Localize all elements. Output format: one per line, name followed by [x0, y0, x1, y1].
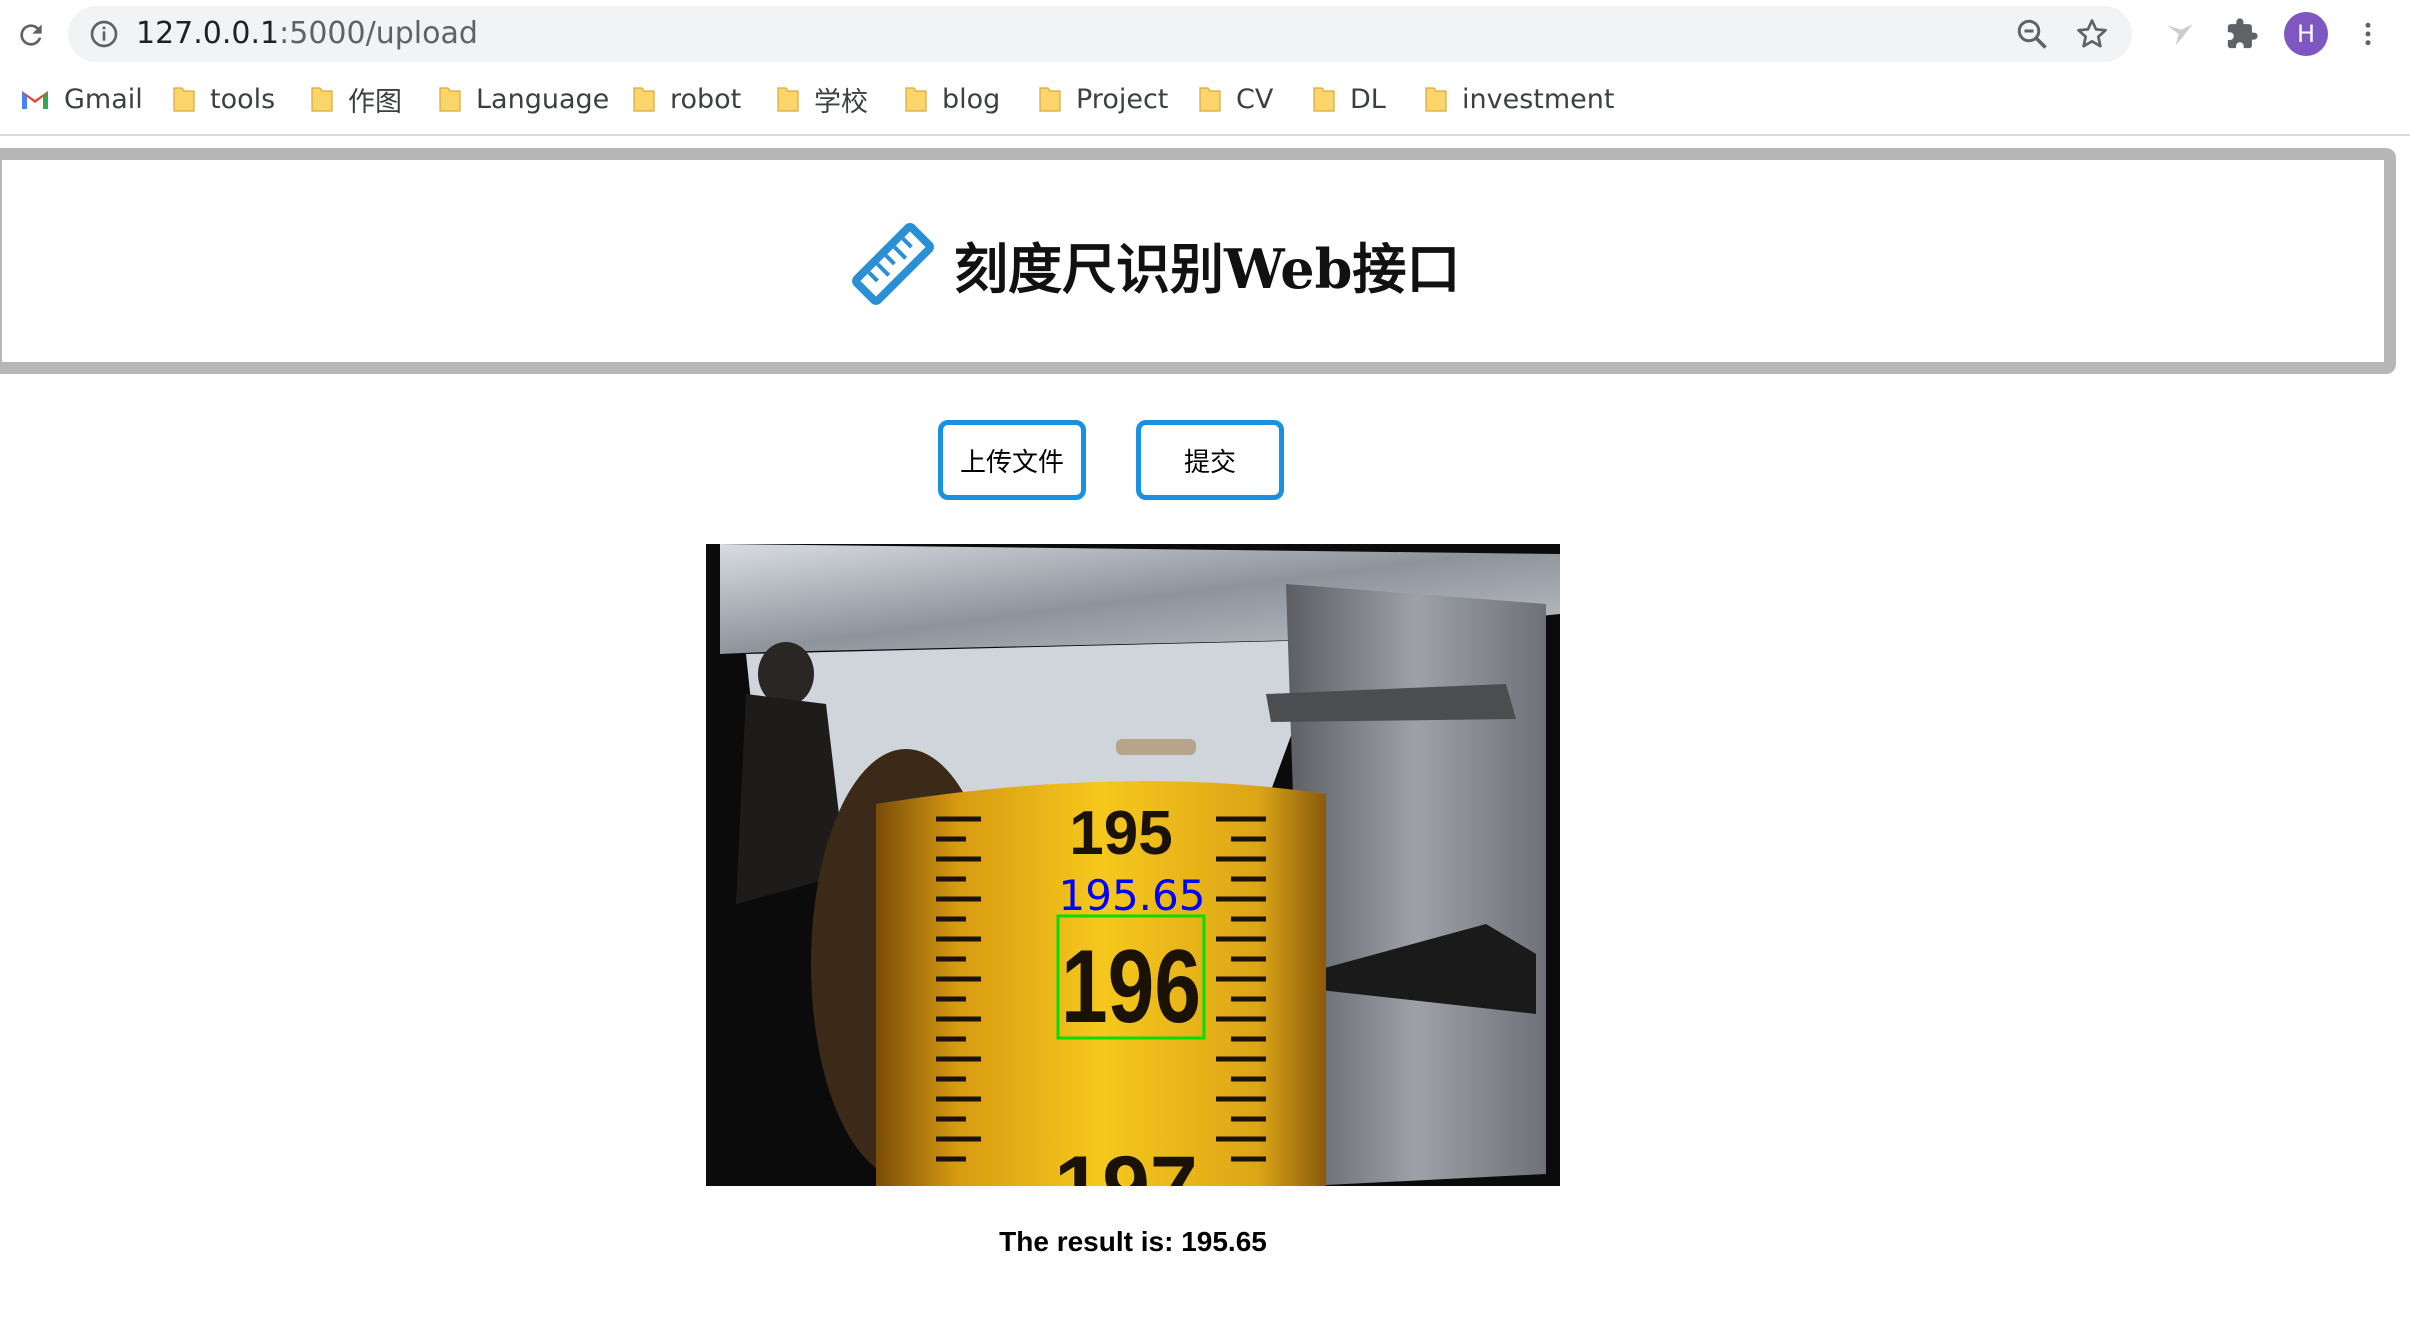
bookmark-folder-project[interactable]: Project — [1038, 76, 1168, 122]
folder-icon — [310, 84, 334, 114]
scale-label-196: 196 — [1061, 929, 1201, 1045]
menu-kebab-icon[interactable] — [2348, 14, 2388, 54]
bookmark-folder-dl[interactable]: DL — [1312, 76, 1386, 122]
bookmark-folder-blog[interactable]: blog — [904, 76, 1000, 122]
reload-icon[interactable] — [10, 14, 52, 56]
bookmark-folder-tools[interactable]: tools — [172, 76, 275, 122]
bookmark-label: tools — [210, 83, 276, 115]
bookmarks-bar: Gmail tools 作图 Language robot 学校 blog Pr… — [0, 76, 2410, 122]
folder-icon — [904, 84, 928, 114]
folder-icon — [776, 84, 800, 114]
bookmark-label: blog — [942, 83, 1001, 115]
detected-value-label: 195.65 — [1059, 871, 1206, 920]
bookmark-folder-cv[interactable]: CV — [1198, 76, 1273, 122]
bookmark-folder-robot[interactable]: robot — [632, 76, 741, 122]
scale-label-197: 197 — [1054, 1139, 1198, 1186]
bookmark-label: DL — [1350, 83, 1386, 115]
zoom-icon[interactable] — [2014, 16, 2050, 52]
folder-icon — [1198, 84, 1222, 114]
url-path: :5000/upload — [279, 16, 478, 51]
bookmark-label: investment — [1462, 83, 1615, 115]
upload-file-button[interactable]: 上传文件 — [938, 420, 1086, 500]
bookmark-gmail[interactable]: Gmail — [20, 76, 143, 122]
page-title: 刻度尺识别Web接口 — [954, 236, 1461, 301]
folder-icon — [1038, 84, 1062, 114]
page-header: 刻度尺识别Web接口 — [850, 216, 1460, 312]
bookmark-folder-school[interactable]: 学校 — [776, 76, 868, 122]
bookmark-folder-language[interactable]: Language — [438, 76, 609, 122]
folder-icon — [1312, 84, 1336, 114]
bookmark-label: 学校 — [814, 86, 868, 118]
submit-button[interactable]: 提交 — [1136, 420, 1284, 500]
bookmark-label: 作图 — [348, 86, 402, 118]
ruler-icon — [852, 223, 934, 305]
url-host: 127.0.0.1 — [136, 16, 280, 51]
bookmark-label: Gmail — [64, 83, 143, 115]
scale-label-195: 195 — [1069, 799, 1172, 868]
extension-bird-icon[interactable] — [2160, 14, 2200, 54]
result-text: The result is: 195.65 — [999, 1226, 1267, 1257]
gmail-icon — [22, 91, 48, 109]
browser-toolbar: 127.0.0.1:5000/upload H Gmail tools 作图 L… — [0, 0, 2410, 136]
bookmark-folder-zuotu[interactable]: 作图 — [310, 76, 402, 122]
folder-icon — [172, 84, 196, 114]
folder-icon — [1424, 84, 1448, 114]
bookmark-label: CV — [1236, 83, 1274, 115]
bookmark-label: robot — [670, 83, 742, 115]
bookmark-label: Project — [1076, 83, 1169, 115]
site-info-icon[interactable] — [88, 18, 120, 50]
extensions-puzzle-icon[interactable] — [2222, 14, 2262, 54]
folder-icon — [438, 84, 462, 114]
bookmark-star-icon[interactable] — [2074, 16, 2110, 52]
url-text[interactable]: 127.0.0.1:5000/upload — [136, 6, 478, 62]
address-bar[interactable]: 127.0.0.1:5000/upload — [68, 6, 2132, 62]
folder-icon — [632, 84, 656, 114]
profile-avatar[interactable]: H — [2284, 12, 2328, 56]
result-image: 195 196 197 195.65 — [706, 544, 1560, 1186]
bookmark-label: Language — [476, 83, 610, 115]
bookmark-folder-investment[interactable]: investment — [1424, 76, 1614, 122]
